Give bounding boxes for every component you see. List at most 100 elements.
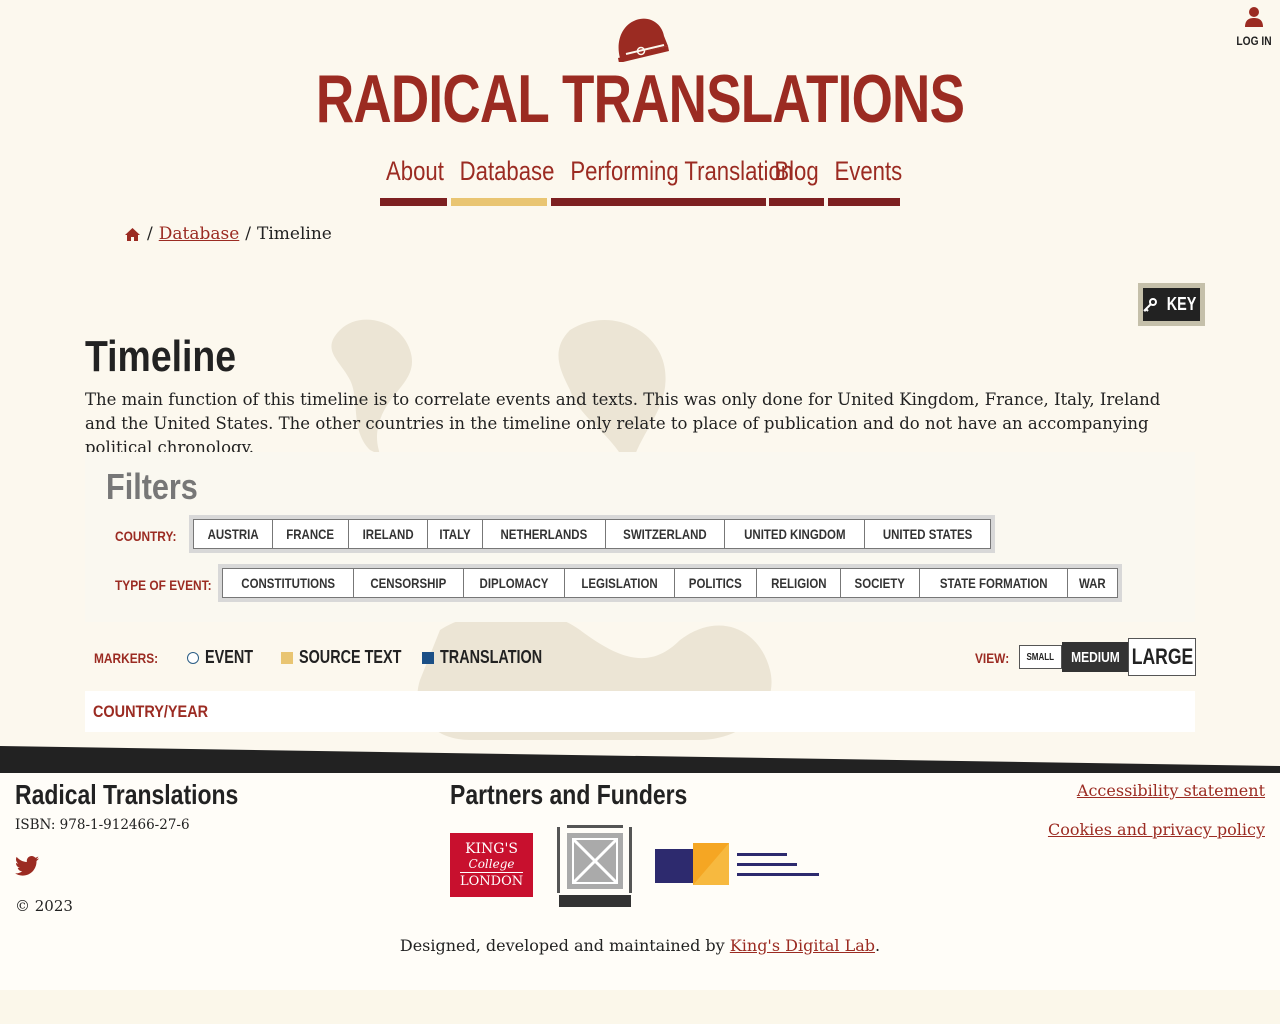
kings-college-london-logo[interactable]: KING'S College LONDON (450, 833, 533, 897)
nav-item-blog[interactable]: Blog (769, 152, 824, 206)
event-type-filter-label: TYPE OF EVENT: (115, 577, 212, 593)
chip-label: DIPLOMACY (479, 575, 549, 591)
key-icon (1143, 297, 1157, 312)
nav-label: Performing Translation (570, 156, 794, 186)
page-title: Timeline (85, 332, 237, 381)
event-chip-diplomacy[interactable]: DIPLOMACY (462, 568, 565, 598)
nav-item-performing-translation[interactable]: Performing Translation (551, 152, 794, 206)
event-marker-icon (187, 651, 199, 664)
home-icon[interactable] (124, 227, 141, 242)
footer-copyright: © 2023 (15, 897, 73, 915)
view-label: VIEW: (975, 650, 1010, 666)
country-chip-united-kingdom[interactable]: UNITED KINGDOM (723, 519, 866, 549)
credit-suffix: . (875, 936, 881, 955)
breadcrumb-current: Timeline (257, 224, 332, 244)
markers-label: MARKERS: (94, 650, 159, 666)
nav-underline-active (451, 198, 547, 206)
country-chip-united-states[interactable]: UNITED STATES (864, 519, 992, 549)
page-intro: The main function of this timeline is to… (85, 390, 1161, 457)
chip-label: ITALY (439, 526, 471, 542)
timeline-column-header: COUNTRY/YEAR (93, 702, 209, 721)
chip-label: RELIGION (770, 575, 827, 591)
chip-label: UNITED STATES (883, 526, 973, 542)
marker-source-text: SOURCE TEXT (281, 647, 427, 668)
view-medium-label: MEDIUM (1070, 648, 1120, 666)
event-chip-constitutions[interactable]: CONSTITUTIONS (222, 568, 355, 598)
user-icon (1245, 7, 1263, 27)
marker-translation-label: TRANSLATION (440, 647, 543, 667)
nav-label: About (386, 156, 444, 186)
view-large-button[interactable]: LARGE (1128, 638, 1196, 676)
chip-label: AUSTRIA (207, 526, 259, 542)
event-chip-legislation[interactable]: LEGISLATION (563, 568, 675, 598)
breadcrumb-link-database[interactable]: Database (159, 224, 240, 244)
chip-label: NETHERLANDS (500, 526, 588, 542)
country-chip-switzerland[interactable]: SWITZERLAND (604, 519, 725, 549)
chip-label: STATE FORMATION (939, 575, 1048, 591)
cookies-privacy-link[interactable]: Cookies and privacy policy (1048, 820, 1265, 839)
site-title[interactable]: RADICAL TRANSLATIONS (141, 60, 1139, 138)
country-chip-france[interactable]: FRANCE (272, 519, 349, 549)
twitter-icon[interactable] (15, 855, 39, 877)
nav-underline (828, 198, 900, 206)
event-chip-war[interactable]: WAR (1067, 568, 1118, 598)
chip-label: SWITZERLAND (622, 526, 707, 542)
event-chip-society[interactable]: SOCIETY (840, 568, 920, 598)
view-size-selector: SMALL MEDIUM LARGE (1019, 638, 1196, 676)
kings-digital-lab-link[interactable]: King's Digital Lab (730, 936, 875, 955)
nav-item-events[interactable]: Events (828, 152, 902, 206)
main-nav: About Database Performing Translation Bl… (0, 152, 1280, 208)
nav-item-about[interactable]: About (380, 152, 447, 206)
footer: Radical Translations ISBN: 978-1-912466-… (0, 773, 1280, 990)
phrygian-cap-logo[interactable] (612, 14, 670, 62)
key-button-label: KEY (1166, 294, 1197, 314)
login-label: LOG IN (1236, 34, 1272, 48)
key-button[interactable]: KEY (1138, 283, 1205, 326)
translation-marker-icon (422, 651, 434, 664)
ukri-ahrc-logo[interactable] (655, 843, 825, 887)
kcl-logo-text: KING'S (465, 841, 518, 857)
footer-divider (0, 746, 1280, 774)
event-chip-religion[interactable]: RELIGION (755, 568, 842, 598)
breadcrumb: / Database / Timeline (124, 224, 332, 244)
event-chip-state-formation[interactable]: STATE FORMATION (918, 568, 1069, 598)
view-small-label: SMALL (1026, 651, 1055, 663)
view-small-button[interactable]: SMALL (1019, 645, 1062, 669)
nav-label: Blog (774, 156, 819, 186)
breadcrumb-separator: / (147, 224, 153, 244)
chip-label: CENSORSHIP (370, 575, 447, 591)
footer-credit: Designed, developed and maintained by Ki… (0, 936, 1280, 955)
event-chip-politics[interactable]: POLITICS (674, 568, 757, 598)
nav-label: Database (459, 156, 555, 186)
footer-isbn: ISBN: 978-1-912466-27-6 (15, 817, 190, 833)
nav-underline (551, 198, 766, 206)
view-medium-button[interactable]: MEDIUM (1062, 642, 1128, 672)
country-filter-label: COUNTRY: (115, 528, 177, 544)
country-chip-italy[interactable]: ITALY (426, 519, 483, 549)
kcl-logo-text: College (468, 857, 515, 871)
bicocca-university-logo[interactable] (555, 823, 635, 909)
accessibility-statement-link[interactable]: Accessibility statement (1048, 781, 1265, 800)
partners-heading: Partners and Funders (450, 779, 688, 810)
chip-label: POLITICS (688, 575, 742, 591)
event-type-filter-group: CONSTITUTIONS CENSORSHIP DIPLOMACY LEGIS… (218, 564, 1122, 602)
chip-label: IRELAND (362, 526, 414, 542)
page-bottom-strip (0, 990, 1280, 1024)
chip-label: CONSTITUTIONS (241, 575, 336, 591)
breadcrumb-separator: / (245, 224, 252, 244)
event-chip-censorship[interactable]: CENSORSHIP (353, 568, 464, 598)
kcl-logo-text: LONDON (460, 872, 524, 889)
nav-underline (380, 198, 447, 206)
filters-panel: Filters COUNTRY: AUSTRIA FRANCE IRELAND … (85, 452, 1195, 622)
country-chip-ireland[interactable]: IRELAND (347, 519, 428, 549)
login-button[interactable]: LOG IN (1230, 6, 1278, 48)
footer-links: Accessibility statement Cookies and priv… (1048, 781, 1265, 859)
country-chip-netherlands[interactable]: NETHERLANDS (481, 519, 606, 549)
country-chip-austria[interactable]: AUSTRIA (193, 519, 274, 549)
marker-event: EVENT (187, 647, 265, 668)
source-text-marker-icon (281, 651, 293, 664)
nav-item-database[interactable]: Database (451, 152, 555, 206)
nav-underline (769, 198, 824, 206)
chip-label: WAR (1079, 575, 1106, 591)
chip-label: SOCIETY (854, 575, 906, 591)
